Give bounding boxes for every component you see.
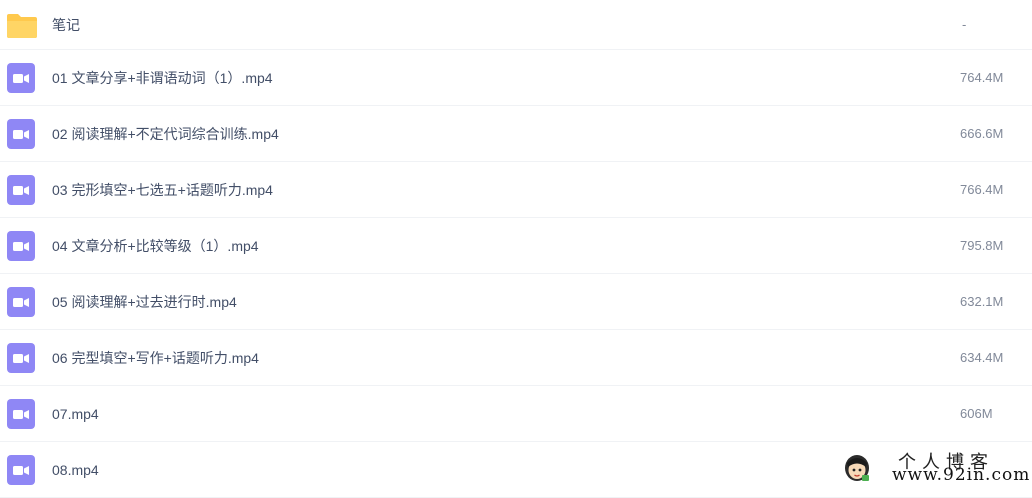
file-name: 笔记 bbox=[52, 16, 80, 33]
file-row[interactable]: 01 文章分享+非谓语动词（1）.mp4 764.4M bbox=[0, 50, 1032, 106]
file-size: 666.6M bbox=[960, 125, 1004, 141]
video-file-icon bbox=[6, 398, 36, 430]
file-name: 02 阅读理解+不定代词综合训练.mp4 bbox=[52, 125, 279, 142]
file-size: 606M bbox=[960, 405, 993, 421]
file-name: 08.mp4 bbox=[52, 461, 99, 478]
file-size: 764.4M bbox=[960, 69, 1004, 85]
file-name: 06 完型填空+写作+话题听力.mp4 bbox=[52, 349, 259, 366]
file-size: 766.4M bbox=[960, 181, 1004, 197]
video-file-icon bbox=[6, 230, 36, 262]
file-name: 03 完形填空+七选五+话题听力.mp4 bbox=[52, 181, 273, 198]
file-row[interactable]: 06 完型填空+写作+话题听力.mp4 634.4M bbox=[0, 330, 1032, 386]
file-row[interactable]: 02 阅读理解+不定代词综合训练.mp4 666.6M bbox=[0, 106, 1032, 162]
video-file-icon bbox=[6, 118, 36, 150]
file-name: 04 文章分析+比较等级（1）.mp4 bbox=[52, 237, 259, 254]
video-file-icon bbox=[6, 454, 36, 486]
video-file-icon bbox=[6, 286, 36, 318]
video-file-icon bbox=[6, 342, 36, 374]
file-name: 01 文章分享+非谓语动词（1）.mp4 bbox=[52, 69, 273, 86]
file-size: 634.4M bbox=[960, 349, 1004, 365]
watermark-url: www.92in.com bbox=[892, 465, 1031, 485]
video-file-icon bbox=[6, 62, 36, 94]
watermark: 个人博客 www.92in.com bbox=[836, 448, 1032, 487]
watermark-avatar-icon bbox=[842, 451, 872, 483]
file-size: 632.1M bbox=[960, 293, 1004, 309]
file-row[interactable]: 04 文章分析+比较等级（1）.mp4 795.8M bbox=[0, 218, 1032, 274]
folder-row[interactable]: 笔记 - bbox=[0, 0, 1032, 50]
folder-icon bbox=[6, 9, 37, 41]
file-row[interactable]: 05 阅读理解+过去进行时.mp4 632.1M bbox=[0, 274, 1032, 330]
file-name: 05 阅读理解+过去进行时.mp4 bbox=[52, 293, 237, 310]
file-list: 笔记 - 01 文章分享+非谓语动词（1）.mp4 764.4M 02 阅读理解… bbox=[0, 0, 1032, 498]
file-name: 07.mp4 bbox=[52, 405, 99, 422]
file-size: - bbox=[962, 16, 967, 32]
file-row[interactable]: 07.mp4 606M bbox=[0, 386, 1032, 442]
file-row[interactable]: 03 完形填空+七选五+话题听力.mp4 766.4M bbox=[0, 162, 1032, 218]
video-file-icon bbox=[6, 174, 36, 206]
file-size: 795.8M bbox=[960, 237, 1004, 253]
